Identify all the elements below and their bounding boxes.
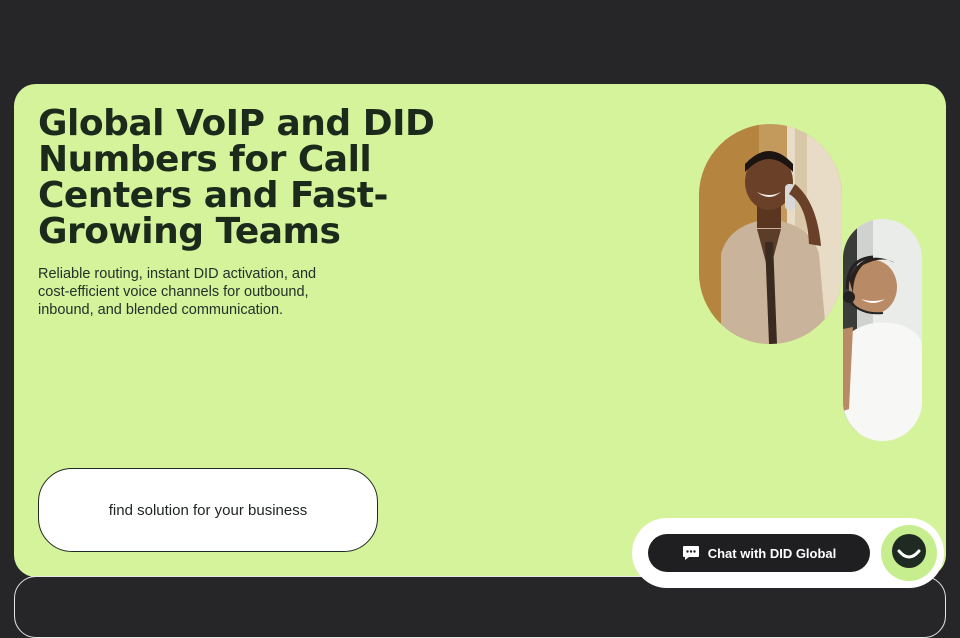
photo-smiling-man-on-phone [699,124,842,344]
hero-section: Global VoIP and DID Numbers for Call Cen… [14,84,946,577]
chat-launcher-button[interactable] [881,525,937,581]
chat-with-did-global-button[interactable]: Chat with DID Global [648,534,870,572]
smile-face-icon [889,531,929,576]
find-solution-button[interactable]: find solution for your business [38,468,378,552]
hero-subtitle: Reliable routing, instant DID activation… [38,266,317,318]
chat-button-label: Chat with DID Global [707,545,837,561]
hero-title: Global VoIP and DID Numbers for Call Cen… [38,103,435,252]
find-solution-button-label: find solution for your business [108,501,308,519]
chat-widget: Chat with DID Global [632,518,944,588]
chat-bubble-icon [682,545,700,561]
photo-agent-with-headset [843,219,922,441]
